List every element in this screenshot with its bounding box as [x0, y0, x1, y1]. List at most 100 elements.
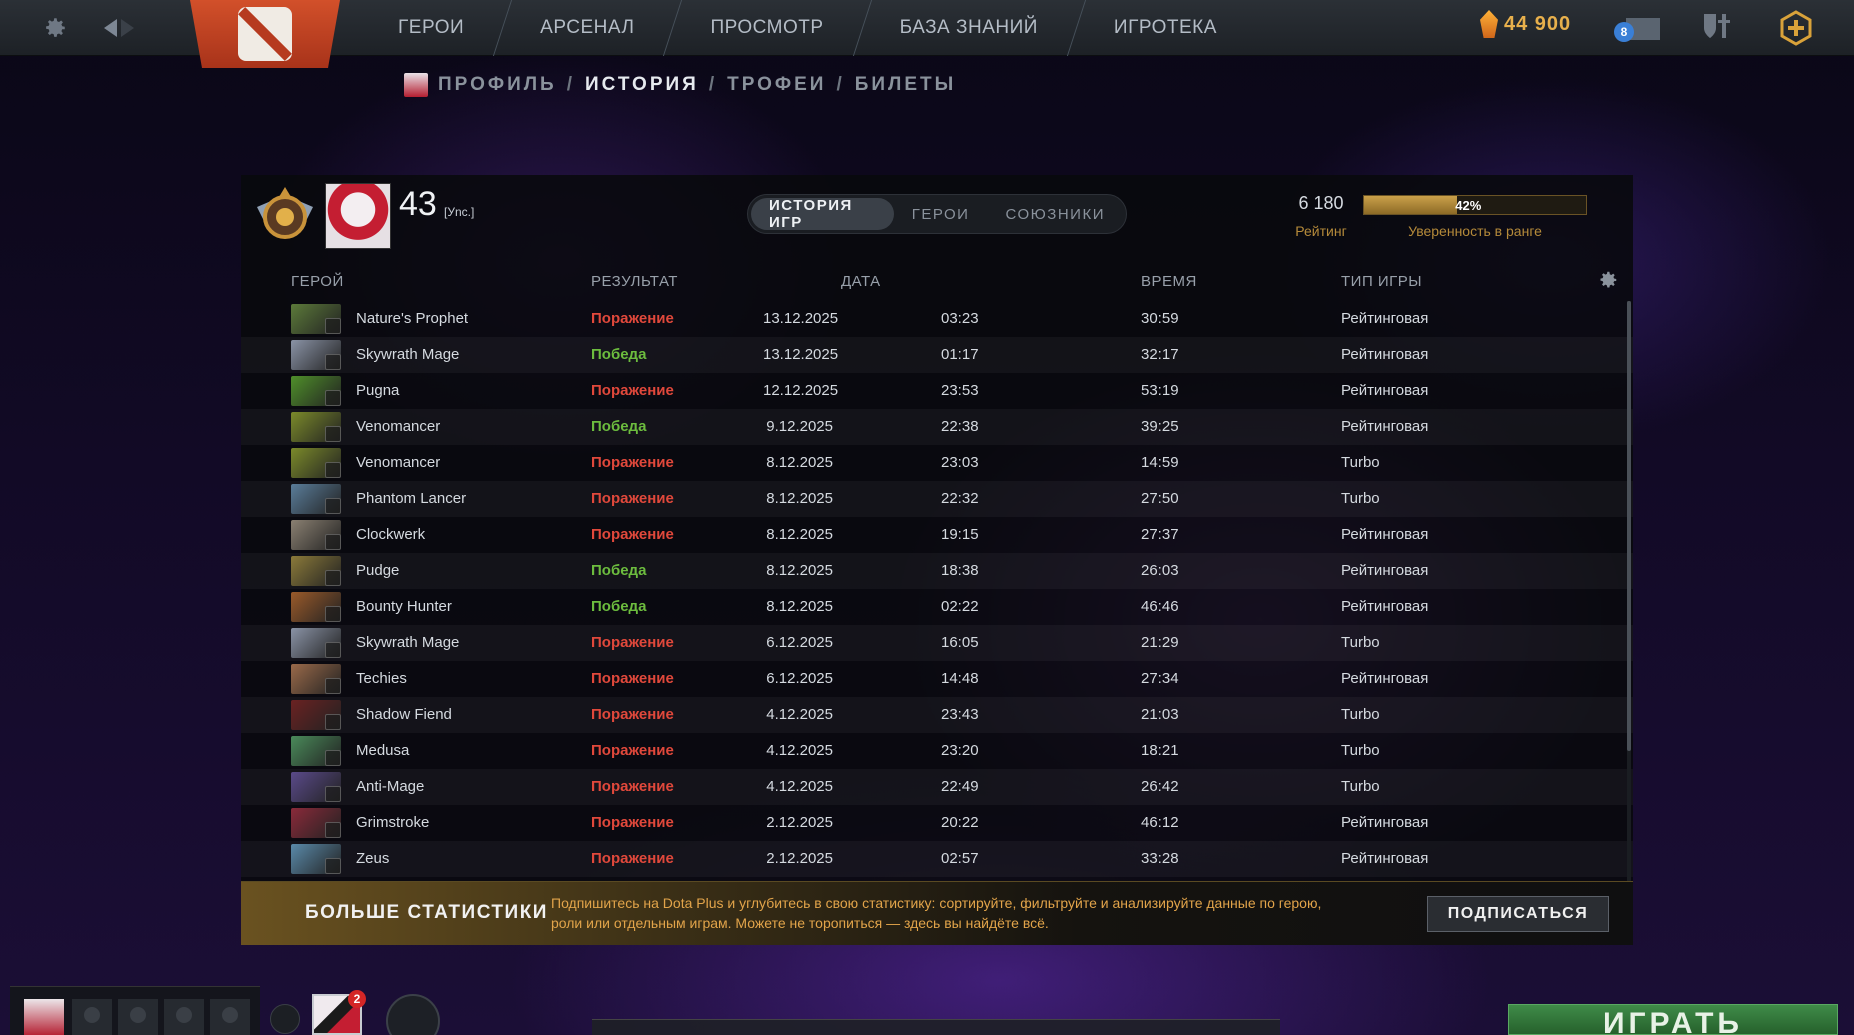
top-menu-watch[interactable]: ПРОСМОТР: [672, 0, 861, 56]
top-menu-armory[interactable]: АРСЕНАЛ: [502, 0, 672, 56]
row-hero-name: Skywrath Mage: [356, 346, 460, 363]
crumb-history[interactable]: ИСТОРИЯ: [585, 74, 699, 96]
rank-confidence-label: Уверенность в ранге: [1408, 223, 1542, 239]
row-mode: Рейтинговая: [1341, 418, 1429, 435]
row-result: Победа: [591, 346, 647, 363]
column-mode[interactable]: ТИП ИГРЫ: [1341, 273, 1422, 290]
subscribe-button[interactable]: ПОДПИСАТЬСЯ: [1427, 896, 1609, 932]
breadcrumb: ПРОФИЛЬ / ИСТОРИЯ / ТРОФЕИ / БИЛЕТЫ: [404, 70, 956, 100]
table-row[interactable]: Nature's Prophet Поражение 13.12.2025 03:23…: [241, 301, 1633, 337]
shield-sword-icon[interactable]: [1700, 10, 1734, 44]
row-result: Поражение: [591, 742, 674, 759]
party-slot-self[interactable]: [24, 999, 64, 1035]
column-result[interactable]: РЕЗУЛЬТАТ: [591, 273, 678, 290]
party-slot-empty[interactable]: [210, 999, 250, 1035]
settings-gear-icon[interactable]: [30, 0, 80, 56]
table-row[interactable]: Zeus Поражение 2.12.2025 02:57 33:28 Рейтинго…: [241, 841, 1633, 877]
table-row[interactable]: Techies Поражение 6.12.2025 14:48 27:34 Рейти…: [241, 661, 1633, 697]
row-time: 02:57: [941, 850, 979, 867]
dota-logo-button[interactable]: [190, 0, 340, 68]
party-slot-empty[interactable]: [118, 999, 158, 1035]
hero-attribute-icon: [325, 462, 341, 478]
row-duration: 21:29: [1141, 634, 1179, 651]
person-icon: [176, 1007, 192, 1023]
crumb-trophies[interactable]: ТРОФЕИ: [727, 74, 826, 96]
dota-plus-icon[interactable]: [1778, 10, 1814, 46]
scrollbar-thumb[interactable]: [1627, 301, 1631, 751]
row-hero-name: Techies: [356, 670, 407, 687]
row-result: Поражение: [591, 670, 674, 687]
rank-medal-icon[interactable]: [251, 183, 319, 249]
column-hero[interactable]: ГЕРОЙ: [291, 273, 344, 290]
table-row[interactable]: Venomancer Поражение 8.12.2025 23:03 14:59 Tu…: [241, 445, 1633, 481]
row-duration: 30:59: [1141, 310, 1179, 327]
table-row[interactable]: Clockwerk Поражение 8.12.2025 19:15 27:37 Рей…: [241, 517, 1633, 553]
friends-grid-button[interactable]: [386, 994, 440, 1035]
crumb-profile[interactable]: ПРОФИЛЬ: [438, 74, 557, 96]
crumb-tickets[interactable]: БИЛЕТЫ: [855, 74, 957, 96]
row-mode: Рейтинговая: [1341, 526, 1429, 543]
table-row[interactable]: Phantom Lancer Поражение 8.12.2025 22:32 27:…: [241, 481, 1633, 517]
row-date: 8.12.2025: [766, 562, 833, 579]
column-date[interactable]: ДАТА: [841, 273, 881, 290]
table-row[interactable]: Shadow Fiend Поражение 4.12.2025 23:43 21:03…: [241, 697, 1633, 733]
row-date: 13.12.2025: [763, 310, 839, 327]
play-button[interactable]: ИГРАТЬ: [1508, 1004, 1838, 1035]
forward-arrow-icon[interactable]: [121, 19, 134, 37]
row-result: Поражение: [591, 634, 674, 651]
hero-attribute-icon: [325, 714, 341, 730]
party-slot-empty[interactable]: [72, 999, 112, 1035]
shards-currency[interactable]: 44 900: [1480, 10, 1571, 38]
table-row[interactable]: Bounty Hunter Победа 8.12.2025 02:22 46:46 Ре…: [241, 589, 1633, 625]
table-row[interactable]: Grimstroke Поражение 2.12.2025 20:22 46:12 Ре…: [241, 805, 1633, 841]
table-settings-gear-icon[interactable]: [1597, 269, 1621, 293]
table-row[interactable]: Pudge Победа 8.12.2025 18:38 26:03 Рейтингова…: [241, 553, 1633, 589]
row-duration: 39:25: [1141, 418, 1179, 435]
row-time: 23:20: [941, 742, 979, 759]
shards-value: 44 900: [1504, 12, 1572, 35]
mail-button[interactable]: 8: [1614, 12, 1662, 44]
table-row[interactable]: Skywrath Mage Победа 13.12.2025 01:17 32:17 Р…: [241, 337, 1633, 373]
tab-heroes[interactable]: ГЕРОИ: [894, 198, 988, 230]
back-arrow-icon[interactable]: [104, 19, 117, 37]
crumb-separator: /: [836, 74, 845, 95]
top-bar: ГЕРОИ АРСЕНАЛ ПРОСМОТР БАЗА ЗНАНИЙ ИГРОТ…: [0, 0, 1854, 68]
hero-portrait: [291, 484, 341, 514]
row-hero-name: Zeus: [356, 850, 390, 867]
chat-input[interactable]: [592, 1019, 1280, 1035]
table-row[interactable]: Anti-Mage Поражение 4.12.2025 22:49 26:42 Tur…: [241, 769, 1633, 805]
tab-allies[interactable]: СОЮЗНИКИ: [987, 198, 1123, 230]
row-date: 8.12.2025: [766, 454, 833, 471]
table-row[interactable]: Venomancer Победа 9.12.2025 22:38 39:25 Рейти…: [241, 409, 1633, 445]
top-menu-learn[interactable]: БАЗА ЗНАНИЙ: [862, 0, 1076, 56]
rating-value: 6 180: [1298, 193, 1344, 213]
player-avatar[interactable]: [325, 183, 391, 249]
row-mode: Turbo: [1341, 742, 1380, 759]
row-time: 22:49: [941, 778, 979, 795]
row-time: 02:22: [941, 598, 979, 615]
hero-portrait: [291, 772, 341, 802]
tab-match-history[interactable]: ИСТОРИЯ ИГР: [751, 197, 894, 231]
row-mode: Рейтинговая: [1341, 346, 1429, 363]
top-menu-arcade[interactable]: ИГРОТЕКА: [1076, 0, 1255, 56]
column-duration[interactable]: ВРЕМЯ: [1141, 273, 1197, 290]
top-menu-heroes[interactable]: ГЕРОИ: [360, 0, 502, 56]
plus-banner-text: Подпишитесь на Dota Plus и углубитесь в …: [551, 895, 1322, 931]
match-list: Nature's Prophet Поражение 13.12.2025 03:23…: [241, 301, 1633, 921]
table-row[interactable]: Skywrath Mage Поражение 6.12.2025 16:05 21:2…: [241, 625, 1633, 661]
table-row[interactable]: Medusa Поражение 4.12.2025 23:20 18:21 Turbo: [241, 733, 1633, 769]
hero-attribute-icon: [325, 606, 341, 622]
row-hero-name: Phantom Lancer: [356, 490, 467, 507]
hero-portrait: [291, 520, 341, 550]
party-slot-empty[interactable]: [164, 999, 204, 1035]
row-result: Победа: [591, 418, 647, 435]
table-row[interactable]: Pugna Поражение 12.12.2025 23:53 53:19 Рейтин…: [241, 373, 1633, 409]
row-duration: 46:46: [1141, 598, 1179, 615]
row-date: 6.12.2025: [766, 634, 833, 651]
row-mode: Рейтинговая: [1341, 850, 1429, 867]
voice-headset-icon[interactable]: [270, 1004, 300, 1034]
row-mode: Рейтинговая: [1341, 562, 1429, 579]
hero-portrait: [291, 448, 341, 478]
row-mode: Рейтинговая: [1341, 814, 1429, 831]
hero-attribute-icon: [325, 390, 341, 406]
